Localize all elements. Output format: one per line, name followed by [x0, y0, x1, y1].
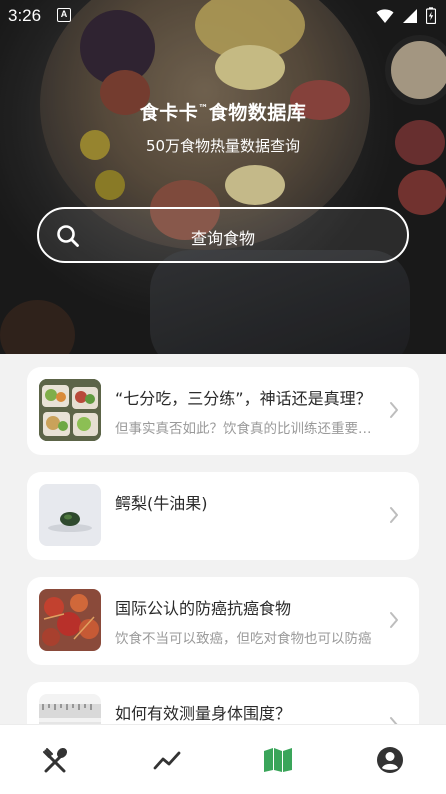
- tab-food[interactable]: [40, 745, 70, 775]
- article-thumbnail: [39, 589, 101, 651]
- article-thumbnail: [39, 694, 101, 724]
- signal-icon: [403, 8, 417, 23]
- battery-charging-icon: [426, 7, 436, 24]
- profile-icon: [377, 747, 403, 773]
- chevron-right-icon: [390, 717, 398, 724]
- search-label: 查询食物: [190, 229, 255, 248]
- food-thumbnail: [39, 484, 101, 546]
- app-title: 食卡卡™食物数据库: [139, 102, 307, 124]
- utensils-icon: [43, 747, 68, 773]
- app-subtitle: 50万食物热量数据查询: [145, 137, 301, 155]
- article-list[interactable]: “七分吃，三分练”，神话还是真理？ 但事实真否如此？饮食真的比训练还重要吗？ 鳄…: [0, 354, 446, 724]
- chevron-right-icon: [390, 402, 398, 418]
- status-bar: 3:26 A: [0, 0, 446, 32]
- book-icon: [264, 748, 292, 772]
- article-thumbnail: [39, 379, 101, 441]
- food-search-bar[interactable]: 查询食物: [37, 207, 409, 263]
- bottom-tab-bar: [0, 724, 446, 794]
- tab-trends[interactable]: [152, 745, 182, 775]
- chevron-right-icon: [390, 507, 398, 523]
- article-description: 饮食不当可以致癌，但吃对食物也可以防癌: [115, 631, 372, 647]
- article-card[interactable]: “七分吃，三分练”，神话还是真理？ 但事实真否如此？饮食真的比训练还重要吗？: [27, 367, 419, 455]
- tab-library[interactable]: [263, 745, 293, 775]
- article-title: “七分吃，三分练”，神话还是真理？: [115, 389, 372, 408]
- article-title: 国际公认的防癌抗癌食物: [115, 599, 292, 618]
- chevron-right-icon: [390, 612, 398, 628]
- hero-banner: 3:26 A 食卡卡™食物数据库 50万食物热量数据查询 查询食物: [0, 0, 446, 354]
- tab-profile[interactable]: [375, 745, 405, 775]
- article-card[interactable]: 如何有效测量身体围度？: [27, 682, 419, 724]
- food-title: 鳄梨(牛油果): [115, 494, 208, 513]
- trademark-mark: ™: [198, 103, 209, 115]
- notification-icon: A: [57, 8, 71, 22]
- trend-icon: [153, 751, 181, 770]
- status-time: 3:26: [8, 6, 42, 25]
- food-card[interactable]: 鳄梨(牛油果): [27, 472, 419, 560]
- article-card[interactable]: 国际公认的防癌抗癌食物 饮食不当可以致癌，但吃对食物也可以防癌: [27, 577, 419, 665]
- article-title: 如何有效测量身体围度？: [115, 704, 292, 723]
- wifi-icon: [376, 8, 394, 23]
- article-description: 但事实真否如此？饮食真的比训练还重要吗？: [115, 421, 373, 437]
